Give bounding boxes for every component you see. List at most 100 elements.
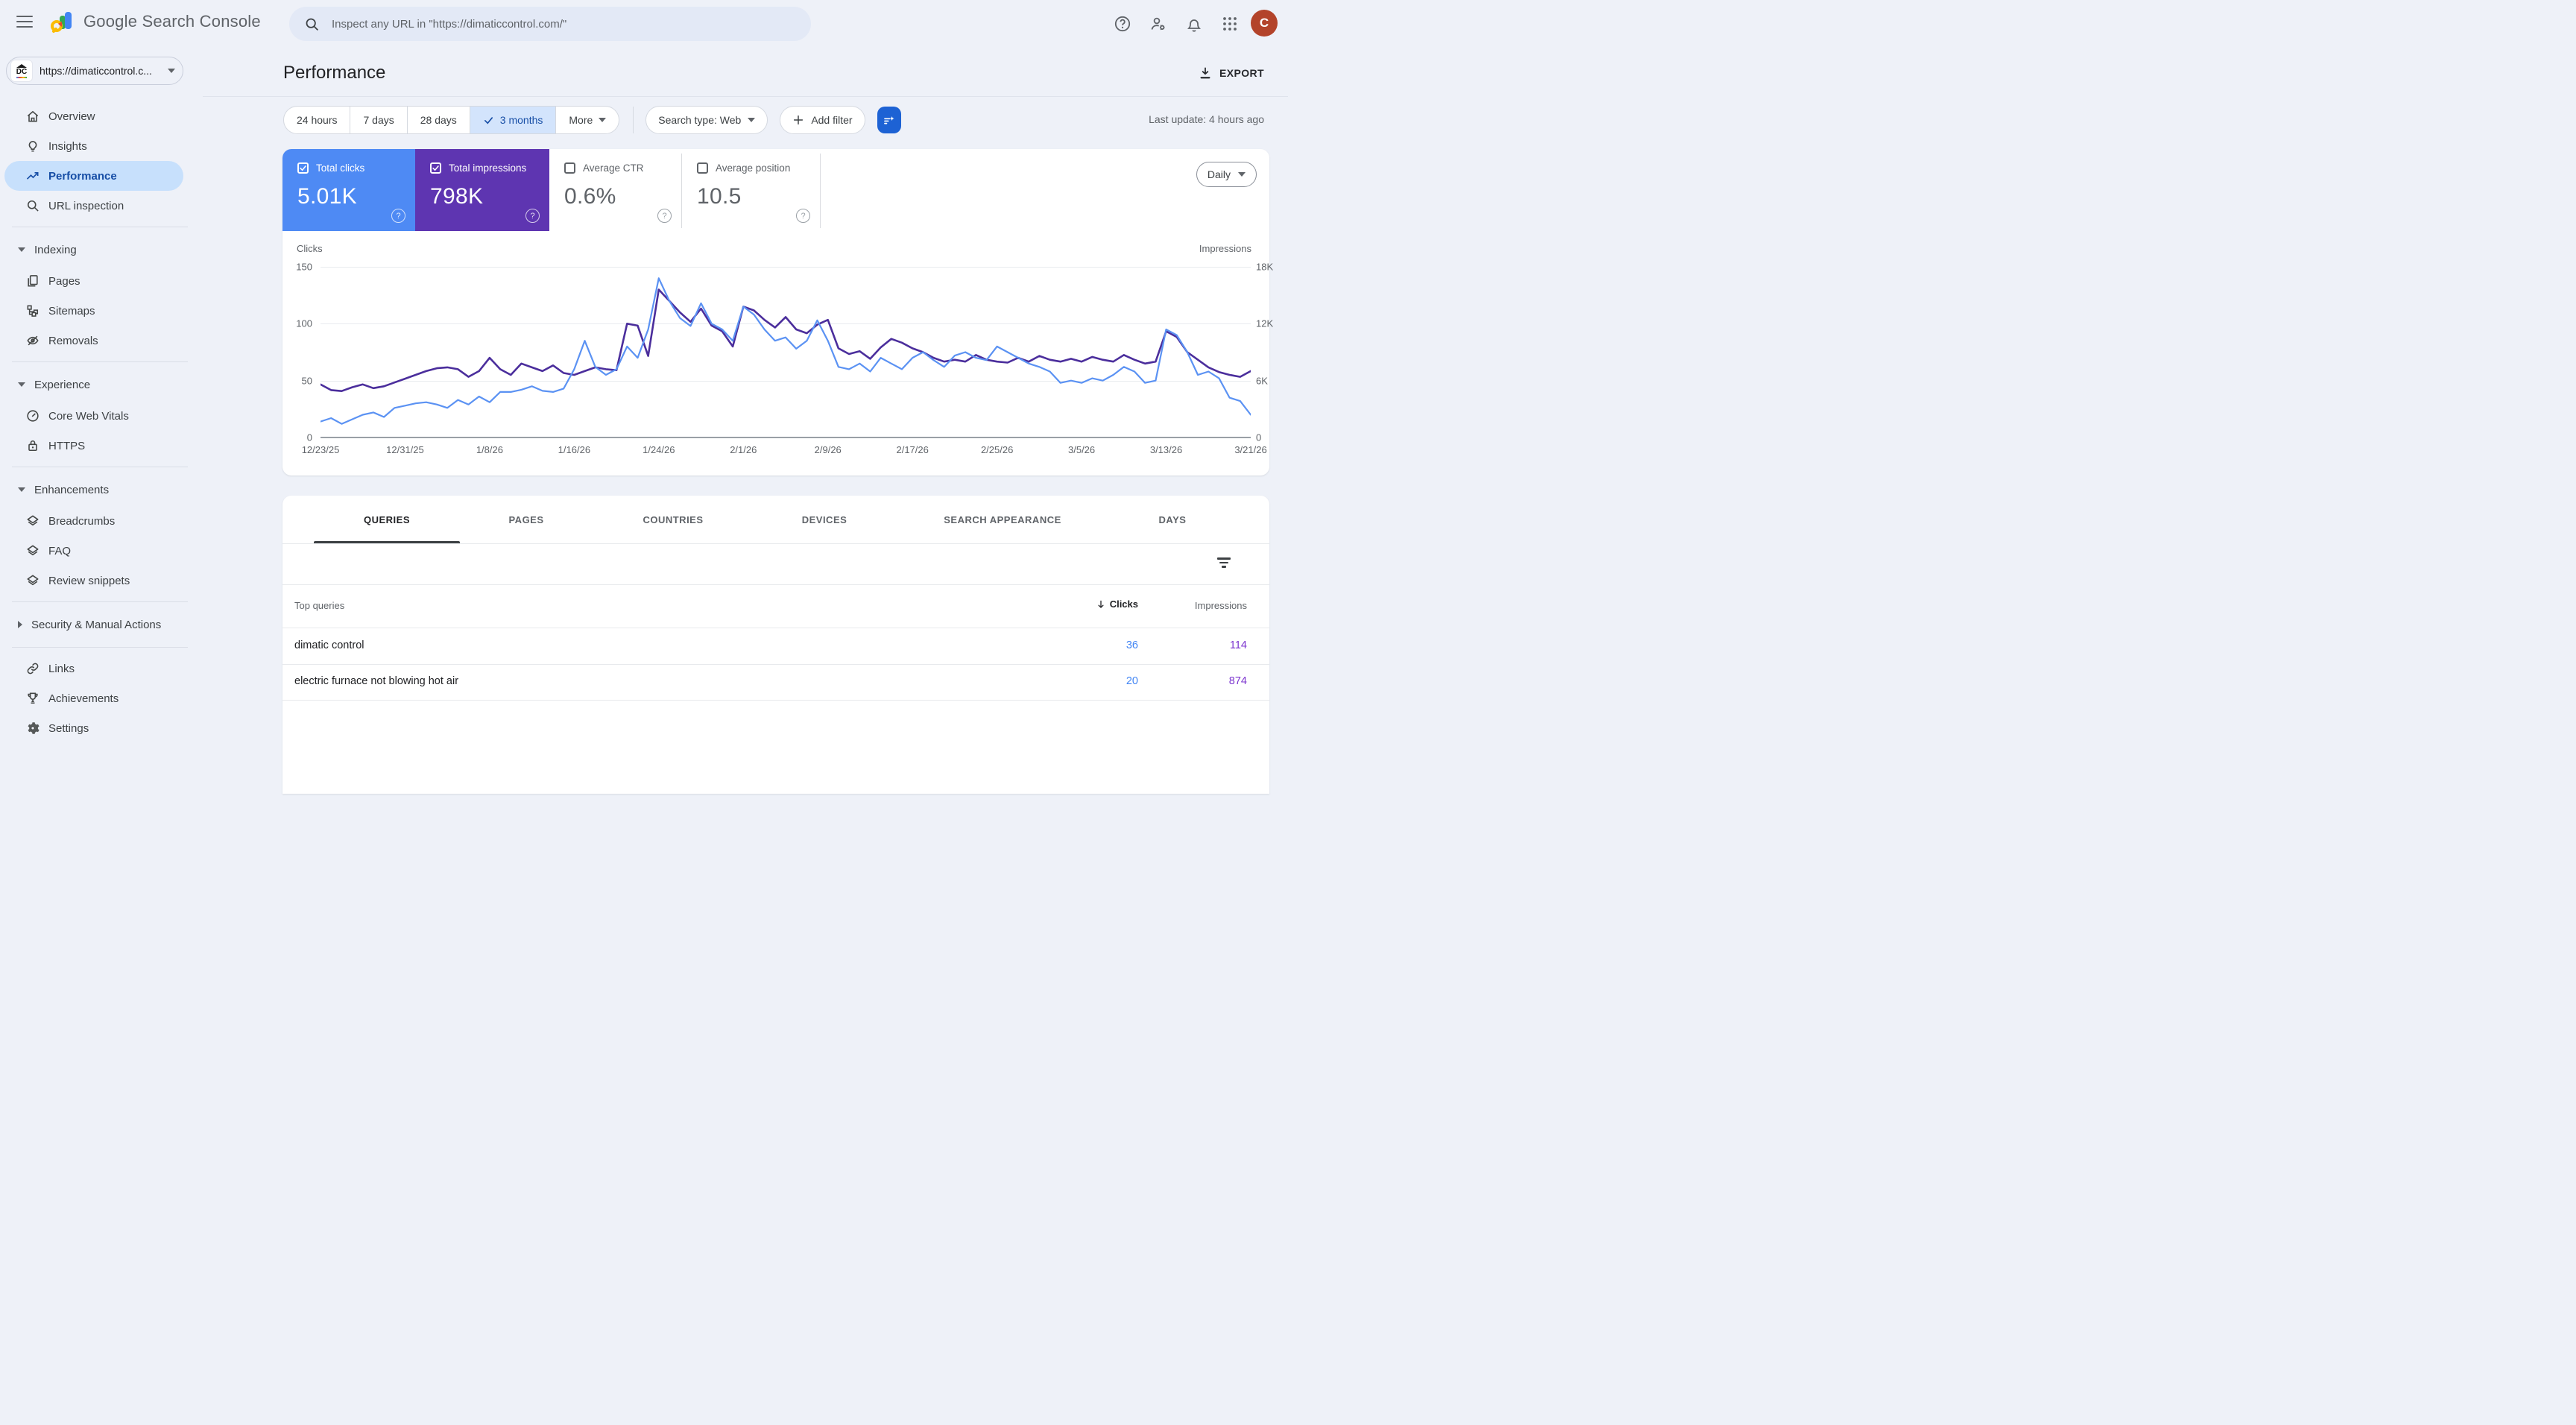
- sidebar-item-removals[interactable]: Removals: [0, 326, 203, 356]
- column-header-clicks-sorted[interactable]: Clicks: [1096, 598, 1138, 610]
- metric-tile-total-clicks[interactable]: Total clicks 5.01K ?: [282, 149, 415, 231]
- page-title: Performance: [283, 63, 385, 83]
- table-row[interactable]: electric furnace not blowing hot air 20 …: [282, 664, 1269, 701]
- tab-days[interactable]: DAYS: [1159, 496, 1187, 543]
- sidebar: DC https://dimaticcontrol.c... Overview …: [0, 48, 203, 712]
- sidebar-item-pages[interactable]: Pages: [0, 266, 203, 296]
- sidebar-item-overview[interactable]: Overview: [0, 101, 203, 131]
- tab-search-appearance[interactable]: SEARCH APPEARANCE: [944, 496, 1061, 543]
- compare-filter-button[interactable]: [877, 107, 901, 133]
- metric-tile-average-position[interactable]: Average position 10.5 ?: [682, 149, 820, 231]
- help-icon[interactable]: ?: [525, 209, 540, 223]
- filter-list-icon[interactable]: [1217, 557, 1231, 569]
- sidebar-item-performance[interactable]: Performance: [4, 161, 183, 191]
- user-settings-icon[interactable]: [1149, 15, 1167, 33]
- query-cell: dimatic control: [294, 639, 364, 651]
- home-icon: [25, 109, 40, 124]
- help-icon[interactable]: ?: [657, 209, 672, 223]
- chart-x-labels: 12/23/2512/31/251/8/261/16/261/24/262/1/…: [321, 444, 1251, 459]
- metric-tile-total-impressions[interactable]: Total impressions 798K ?: [415, 149, 549, 231]
- date-range-28-days[interactable]: 28 days: [408, 107, 470, 133]
- top-app-bar: Google Search Console: [0, 0, 1288, 48]
- download-icon: [1198, 66, 1213, 80]
- sidebar-section-indexing[interactable]: Indexing: [0, 233, 203, 266]
- property-selector[interactable]: DC https://dimaticcontrol.c...: [6, 57, 183, 85]
- performance-chart-svg[interactable]: [321, 267, 1251, 437]
- help-icon[interactable]: [1114, 15, 1131, 33]
- tab-countries[interactable]: COUNTRIES: [643, 496, 703, 543]
- tab-pages[interactable]: PAGES: [508, 496, 543, 543]
- metric-tile-average-ctr[interactable]: Average CTR 0.6% ?: [549, 149, 681, 231]
- sidebar-item-achievements[interactable]: Achievements: [0, 683, 203, 713]
- date-range-7-days[interactable]: 7 days: [350, 107, 407, 133]
- tab-queries[interactable]: QUERIES: [364, 496, 410, 543]
- hamburger-menu-icon[interactable]: [16, 16, 33, 32]
- left-axis-title: Clicks: [297, 243, 323, 254]
- sidebar-item-url-inspection[interactable]: URL inspection: [0, 191, 203, 221]
- sidebar-item-settings[interactable]: Settings: [0, 713, 203, 743]
- column-header-query[interactable]: Top queries: [294, 600, 344, 611]
- search-icon: [304, 16, 320, 32]
- checkbox-checked-icon[interactable]: [430, 162, 441, 174]
- export-button[interactable]: EXPORT: [1198, 66, 1264, 80]
- last-update-text: Last update: 4 hours ago: [1149, 113, 1264, 125]
- notifications-bell-icon[interactable]: [1185, 15, 1203, 33]
- sidebar-item-core-web-vitals[interactable]: Core Web Vitals: [0, 401, 203, 431]
- sidebar-item-insights[interactable]: Insights: [0, 131, 203, 161]
- chevron-down-icon: [748, 118, 755, 122]
- x-tick-label: 3/13/26: [1150, 444, 1182, 455]
- tab-devices[interactable]: DEVICES: [802, 496, 847, 543]
- sidebar-item-faq[interactable]: FAQ: [0, 536, 203, 566]
- checkbox-checked-icon[interactable]: [297, 162, 309, 174]
- tile-divider: [820, 154, 821, 228]
- dimension-tabs: QUERIES PAGES COUNTRIES DEVICES SEARCH A…: [282, 496, 1269, 544]
- sidebar-item-breadcrumbs[interactable]: Breadcrumbs: [0, 506, 203, 536]
- help-icon[interactable]: ?: [391, 209, 405, 223]
- sidebar-item-sitemaps[interactable]: Sitemaps: [0, 296, 203, 326]
- sidebar-divider: [12, 601, 188, 602]
- sidebar-section-experience[interactable]: Experience: [0, 368, 203, 401]
- add-filter-button[interactable]: Add filter: [780, 106, 865, 134]
- sidebar-item-links[interactable]: Links: [0, 654, 203, 683]
- y-tick-label: 50: [302, 376, 312, 387]
- search-input[interactable]: [330, 17, 811, 31]
- trophy-icon: [25, 691, 40, 706]
- google-apps-grid-icon[interactable]: [1221, 15, 1239, 33]
- date-range-3-months-selected[interactable]: 3 months: [470, 107, 557, 133]
- account-avatar[interactable]: C: [1251, 10, 1278, 37]
- column-header-impressions[interactable]: Impressions: [1195, 600, 1247, 611]
- clicks-cell: 20: [1126, 675, 1138, 687]
- chevron-down-icon: [168, 69, 175, 73]
- checkbox-unchecked-icon[interactable]: [697, 162, 708, 174]
- right-axis-title: Impressions: [1199, 243, 1251, 254]
- x-tick-label: 12/23/25: [302, 444, 340, 455]
- sidebar-item-review-snippets[interactable]: Review snippets: [0, 566, 203, 595]
- layers-icon: [25, 514, 40, 528]
- app-logo[interactable]: Google Search Console: [51, 9, 261, 34]
- search-console-logo-icon: [51, 9, 76, 34]
- x-tick-label: 1/8/26: [476, 444, 503, 455]
- x-tick-label: 2/25/26: [981, 444, 1013, 455]
- sidebar-section-enhancements[interactable]: Enhancements: [0, 473, 203, 506]
- active-tab-underline: [314, 541, 460, 543]
- check-icon: [483, 115, 494, 126]
- caret-down-icon: [18, 247, 25, 252]
- filter-separator: [633, 107, 634, 133]
- sidebar-item-https[interactable]: HTTPS: [0, 431, 203, 461]
- sidebar-divider: [12, 361, 188, 362]
- checkbox-unchecked-icon[interactable]: [564, 162, 575, 174]
- date-range-24-hours[interactable]: 24 hours: [284, 107, 350, 133]
- help-icon[interactable]: ?: [796, 209, 810, 223]
- pages-icon: [25, 274, 40, 288]
- search-type-dropdown[interactable]: Search type: Web: [645, 106, 768, 134]
- clicks-cell: 36: [1126, 639, 1138, 651]
- y-tick-label: 12K: [1256, 318, 1273, 329]
- impressions-cell: 874: [1229, 675, 1247, 687]
- y-tick-label: 150: [296, 262, 312, 273]
- filter-bar: 24 hours 7 days 28 days 3 months More Se…: [283, 106, 901, 134]
- sidebar-section-security-manual-actions[interactable]: Security & Manual Actions: [0, 608, 203, 641]
- date-range-more[interactable]: More: [556, 107, 619, 133]
- url-inspect-searchbar[interactable]: [289, 7, 811, 41]
- interval-dropdown[interactable]: Daily: [1196, 162, 1257, 187]
- table-row[interactable]: dimatic control 36 114: [282, 628, 1269, 665]
